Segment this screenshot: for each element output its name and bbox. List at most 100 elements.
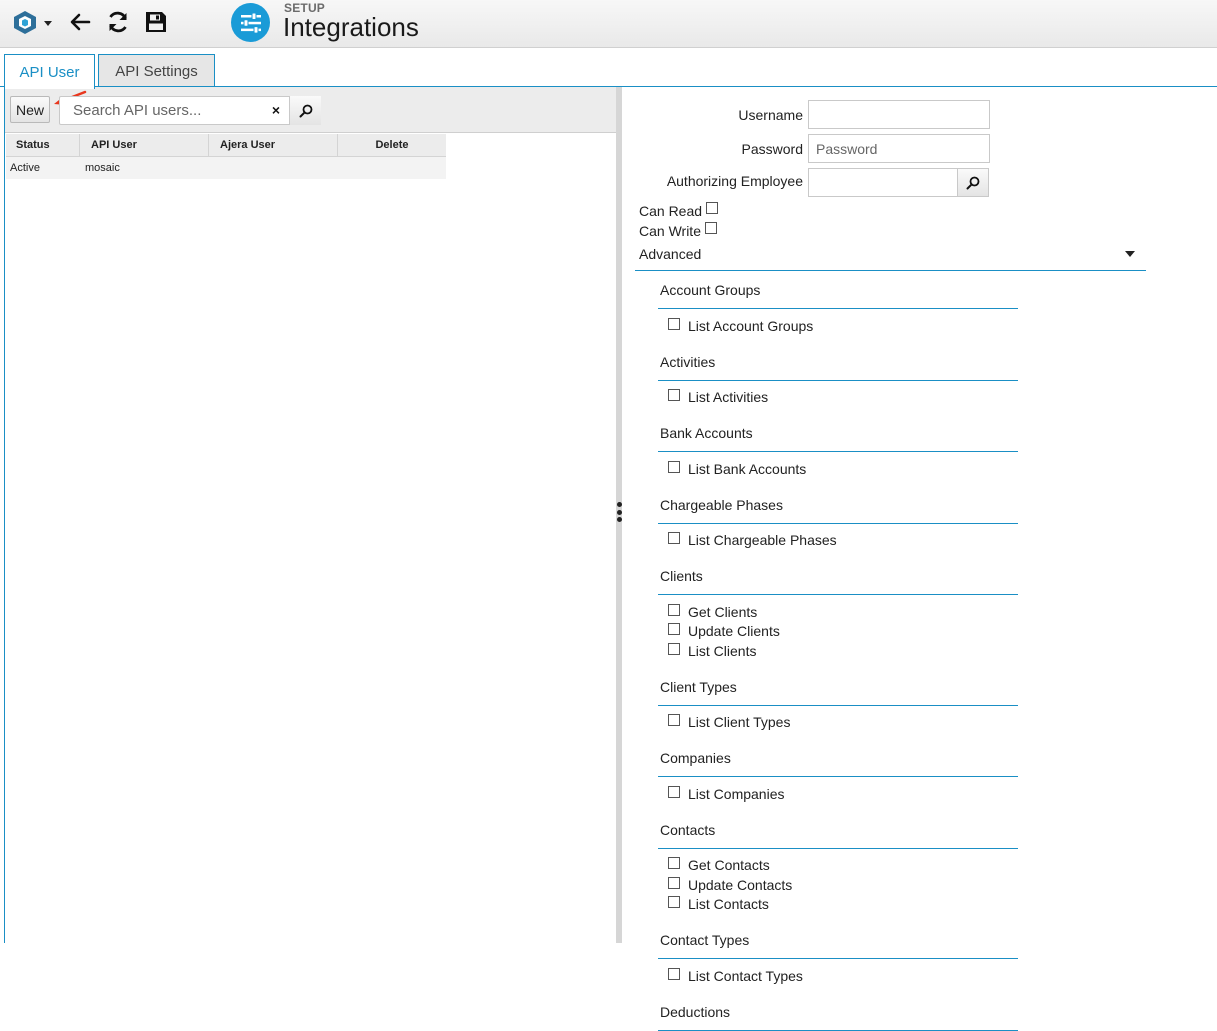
permission-label: Update Clients [688,623,780,640]
refresh-icon [109,11,127,33]
employee-search-button[interactable] [957,168,989,197]
search-icon [966,176,980,189]
permission-item[interactable]: List Contact Types [658,966,1018,986]
column-header-delete[interactable]: Delete [338,134,446,156]
search-input[interactable] [60,97,266,124]
permission-item[interactable]: List Bank Accounts [658,459,1018,479]
permission-group: Chargeable Phases List Chargeable Phases [658,487,1018,559]
authorizing-employee-field[interactable] [808,168,958,197]
permission-checkbox[interactable] [668,714,680,727]
permission-list: List Activities [658,381,1018,416]
cell-api-user: mosaic [85,162,120,174]
permission-item[interactable]: Update Clients [658,622,1018,642]
permission-item[interactable]: List Account Groups [658,316,1018,336]
permission-checkbox[interactable] [668,896,680,909]
permission-list: List Chargeable Phases [658,524,1018,559]
search-button[interactable] [289,96,321,125]
permission-checkbox[interactable] [668,532,680,545]
permission-group-title: Companies [658,740,1018,777]
permission-checkbox[interactable] [668,460,680,473]
permission-group: Contacts Get Contacts Update Contacts List … [658,812,1018,923]
can-write-checkbox[interactable] [704,222,717,234]
advanced-label: Advanced [639,246,702,262]
cell-ajera-user [209,157,338,179]
permission-checkbox[interactable] [668,623,680,636]
sliders-icon [231,3,270,42]
save-button[interactable] [142,8,170,36]
can-write-label: Can Write [639,223,701,239]
can-read-row: Can Read [639,202,719,219]
permission-group: Deductions [658,994,1018,1031]
table-header: Status API User Ajera User Delete [6,134,446,157]
permission-label: List Chargeable Phases [688,532,837,549]
refresh-button[interactable] [104,8,132,36]
permission-label: Get Contacts [688,857,770,874]
permission-group-title: Deductions [658,994,1018,1031]
permission-group: Clients Get Clients Update Clients List Cli… [658,558,1018,669]
permission-label: List Contacts [688,896,769,913]
permission-checkbox[interactable] [668,642,680,655]
permission-list: List Client Types [658,706,1018,741]
tab-bar: API User API Settings [0,48,1217,89]
tab-api-user[interactable]: API User [4,54,95,89]
permission-item[interactable]: Get Clients [658,602,1018,622]
permission-label: List Companies [688,785,785,802]
table-row[interactable]: Active mosaic [6,157,446,179]
permission-item[interactable]: List Chargeable Phases [658,531,1018,551]
permission-group-title: Contacts [658,812,1018,849]
permission-checkbox[interactable] [668,389,680,402]
back-button[interactable] [66,8,94,36]
authorizing-employee-label: Authorizing Employee [666,173,803,189]
permission-item[interactable]: List Clients [658,641,1018,661]
logo-menu-caret-icon[interactable] [42,16,54,28]
permission-groups: Account Groups List Account Groups Activit… [658,272,1018,1031]
api-user-list-panel: New × Status API User Ajera User Delete … [4,87,616,943]
password-field[interactable] [808,134,990,163]
permission-label: List Account Groups [688,317,814,334]
column-header-ajera-user[interactable]: Ajera User [209,134,338,156]
username-field[interactable] [808,100,990,129]
permission-item[interactable]: List Contacts [658,895,1018,915]
list-toolbar: New × [5,87,616,133]
permission-list: List Companies [658,777,1018,812]
clear-search-button[interactable]: × [266,100,286,120]
permission-group: Activities List Activities [658,344,1018,416]
caret-down-icon [1125,251,1135,257]
permission-item[interactable]: List Companies [658,784,1018,804]
permission-label: List Contact Types [688,967,803,984]
can-read-label: Can Read [639,203,703,219]
permission-item[interactable]: Update Contacts [658,875,1018,895]
advanced-toggle[interactable]: Advanced [635,242,1146,271]
permission-list: Get Clients Update Clients List Clients [658,595,1018,669]
new-button[interactable]: New [10,96,50,123]
permission-list: List Contact Types [658,959,1018,994]
permission-checkbox[interactable] [668,603,680,616]
permission-group-title: Activities [658,344,1018,381]
app-logo-icon[interactable] [10,8,40,36]
permission-checkbox[interactable] [668,876,680,889]
permission-group: Contact Types List Contact Types [658,922,1018,994]
permission-checkbox[interactable] [668,785,680,798]
permission-label: Update Contacts [688,876,793,893]
permission-group-title: Contact Types [658,922,1018,959]
can-read-checkbox[interactable] [706,202,719,214]
column-header-status[interactable]: Status [6,134,80,156]
permission-group-title: Client Types [658,669,1018,706]
permission-item[interactable]: Get Contacts [658,856,1018,876]
cell-delete [338,157,446,179]
permission-item[interactable]: List Client Types [658,713,1018,733]
permission-checkbox[interactable] [668,317,680,330]
api-users-table: Status API User Ajera User Delete Active… [6,134,446,179]
permission-label: List Activities [688,389,769,406]
tab-api-settings[interactable]: API Settings [98,54,215,88]
permission-checkbox[interactable] [668,857,680,870]
api-user-detail-panel: Username Password Authorizing Employee C… [622,87,1217,1031]
permission-label: Get Clients [688,603,758,620]
permission-group: Account Groups List Account Groups [658,272,1018,344]
search-box: × [59,96,321,125]
permission-item[interactable]: List Activities [658,388,1018,408]
permission-list: List Bank Accounts [658,452,1018,487]
column-header-api-user[interactable]: API User [80,134,209,156]
permission-group: Bank Accounts List Bank Accounts [658,415,1018,487]
permission-checkbox[interactable] [668,967,680,980]
